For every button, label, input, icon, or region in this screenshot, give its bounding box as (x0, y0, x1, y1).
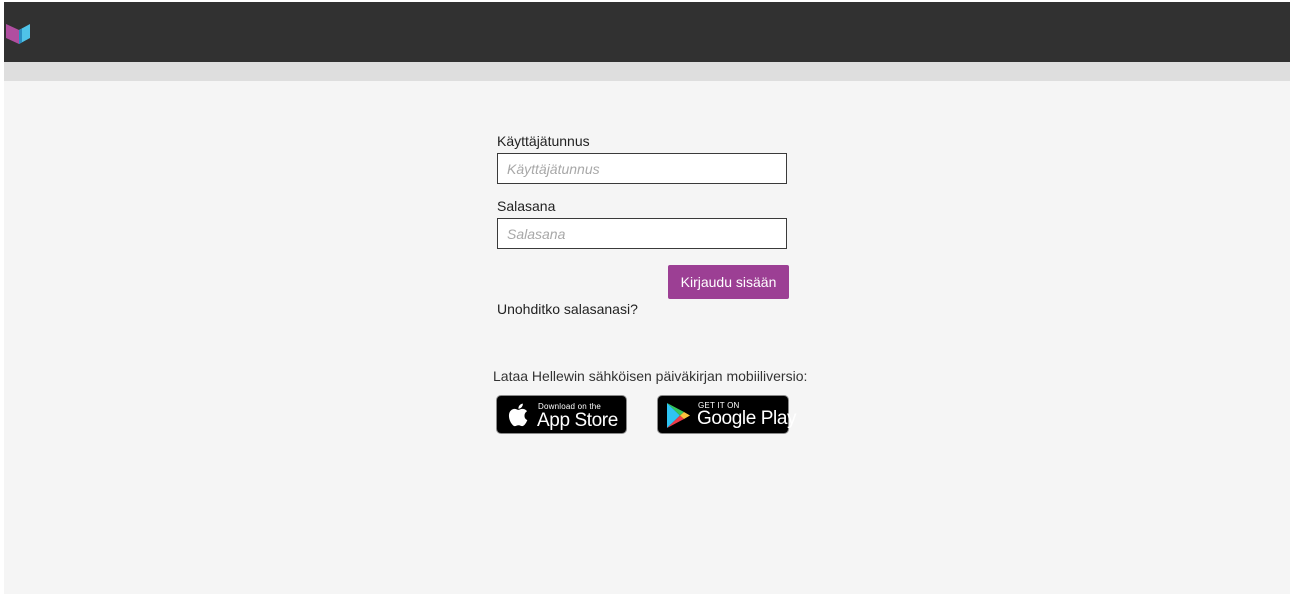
username-input[interactable] (497, 153, 787, 184)
forgot-password-link[interactable]: Unohditko salasanasi? (497, 301, 638, 317)
google-play-icon (667, 403, 690, 428)
top-bar (4, 2, 1290, 62)
apple-icon (508, 403, 528, 427)
login-button[interactable]: Kirjaudu sisään (668, 265, 789, 299)
mobile-app-promo-text: Lataa Hellewin sähköisen päiväkirjan mob… (493, 368, 808, 384)
google-play-badge[interactable]: GET IT ON Google Play (657, 395, 797, 434)
password-label: Salasana (497, 198, 556, 214)
secondary-bar (4, 62, 1290, 81)
app-window: Käyttäjätunnus Salasana Kirjaudu sisään … (4, 2, 1290, 594)
app-store-badge[interactable]: Download on the App Store (496, 395, 627, 434)
google-play-big-text: Google Play (697, 408, 797, 429)
username-label: Käyttäjätunnus (497, 133, 590, 149)
app-store-big-text: App Store (537, 410, 618, 431)
password-input[interactable] (497, 218, 787, 249)
book-logo-icon[interactable] (4, 20, 34, 46)
